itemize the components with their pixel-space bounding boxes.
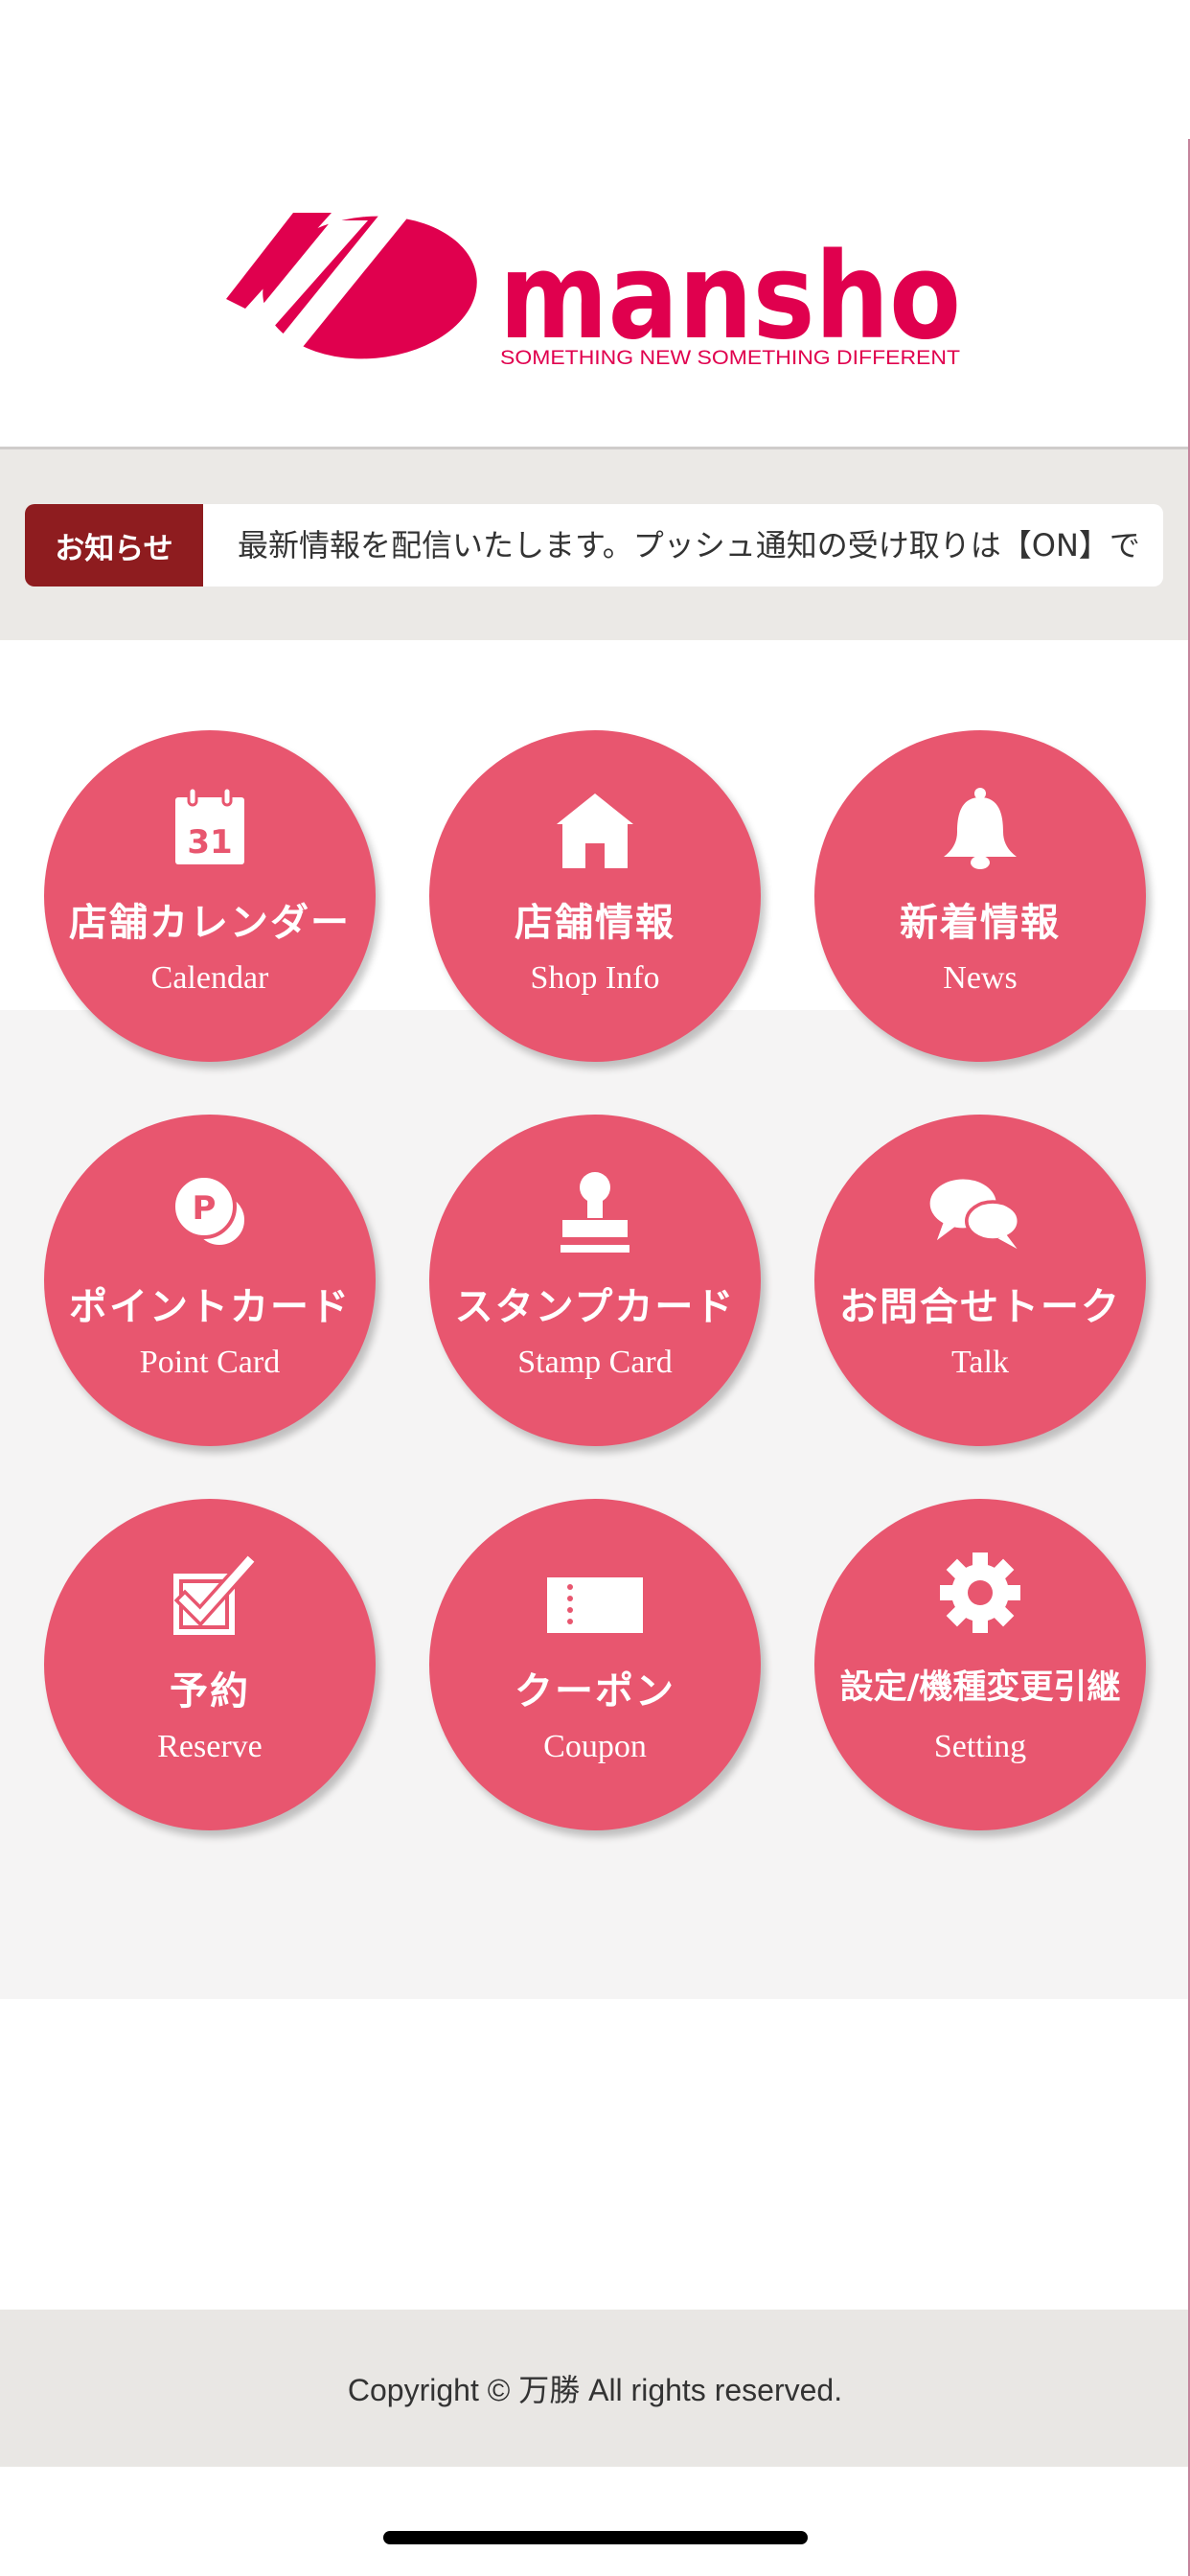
stamp-card-label-en: Stamp Card xyxy=(517,1345,673,1380)
header: mansho SOMETHING NEW SOMETHING DIFFERENT xyxy=(0,0,1190,449)
reserve-button[interactable]: 予約 Reserve xyxy=(44,1499,376,1830)
point-card-label-jp: ポイントカード xyxy=(69,1284,351,1329)
notice-ticker-text[interactable]: 最新情報を配信いたします。プッシュ通知の受け取りは【ON】で xyxy=(238,504,1140,586)
reserve-label-jp: 予約 xyxy=(170,1668,250,1714)
gear-icon xyxy=(932,1549,1028,1644)
footer: Copyright © 万勝 All rights reserved. xyxy=(0,2310,1190,2467)
stamp-icon xyxy=(547,1164,643,1260)
brand-logo[interactable]: mansho SOMETHING NEW SOMETHING DIFFERENT xyxy=(226,213,973,376)
bell-icon xyxy=(932,780,1028,876)
calendar-icon: 31 xyxy=(162,780,258,876)
notice-label: お知らせ xyxy=(25,504,203,586)
point-card-label-en: Point Card xyxy=(139,1345,281,1380)
svg-text:P: P xyxy=(193,1189,217,1228)
talk-label-jp: お問合せトーク xyxy=(839,1284,1121,1329)
ticket-icon xyxy=(547,1549,643,1644)
coupon-button[interactable]: クーポン Coupon xyxy=(429,1499,761,1830)
reserve-label-en: Reserve xyxy=(157,1729,263,1764)
point-coin-icon: P xyxy=(162,1164,258,1260)
app-screen: mansho SOMETHING NEW SOMETHING DIFFERENT… xyxy=(0,0,1190,2576)
copyright-text: Copyright © 万勝 All rights reserved. xyxy=(347,2373,843,2407)
calendar-button[interactable]: 31 店舗カレンダー Calendar xyxy=(44,730,376,1062)
checkbox-icon xyxy=(162,1549,258,1644)
shop-info-label-en: Shop Info xyxy=(530,960,660,996)
setting-label-en: Setting xyxy=(933,1729,1027,1764)
news-label-jp: 新着情報 xyxy=(900,900,1061,945)
news-label-en: News xyxy=(943,960,1018,996)
talk-button[interactable]: お問合せトーク Talk xyxy=(814,1115,1146,1446)
home-indicator[interactable] xyxy=(383,2531,808,2544)
stamp-card-button[interactable]: スタンプカード Stamp Card xyxy=(429,1115,761,1446)
setting-label-jp: 設定/機種変更引継 xyxy=(839,1668,1121,1707)
chat-bubbles-icon xyxy=(929,1164,1028,1260)
calendar-label-en: Calendar xyxy=(150,960,269,996)
svg-text:SOMETHING NEW SOMETHING DIFFER: SOMETHING NEW SOMETHING DIFFERENT xyxy=(500,347,960,369)
point-card-button[interactable]: P ポイントカード Point Card xyxy=(44,1115,376,1446)
notice-area: お知らせ 最新情報を配信いたします。プッシュ通知の受け取りは【ON】で xyxy=(0,449,1190,640)
notice-bar[interactable]: お知らせ 最新情報を配信いたします。プッシュ通知の受け取りは【ON】で xyxy=(25,504,1163,586)
house-icon xyxy=(547,780,643,876)
calendar-label-jp: 店舗カレンダー xyxy=(69,900,351,945)
shop-info-button[interactable]: 店舗情報 Shop Info xyxy=(429,730,761,1062)
stamp-card-label-jp: スタンプカード xyxy=(454,1284,736,1329)
setting-button[interactable]: 設定/機種変更引継 Setting xyxy=(814,1499,1146,1830)
coupon-label-en: Coupon xyxy=(543,1729,647,1764)
coupon-label-jp: クーポン xyxy=(515,1668,675,1714)
news-button[interactable]: 新着情報 News xyxy=(814,730,1146,1062)
svg-text:31: 31 xyxy=(187,823,232,862)
svg-text:mansho: mansho xyxy=(499,228,961,366)
talk-label-en: Talk xyxy=(951,1345,1009,1380)
shop-info-label-jp: 店舗情報 xyxy=(515,900,675,945)
